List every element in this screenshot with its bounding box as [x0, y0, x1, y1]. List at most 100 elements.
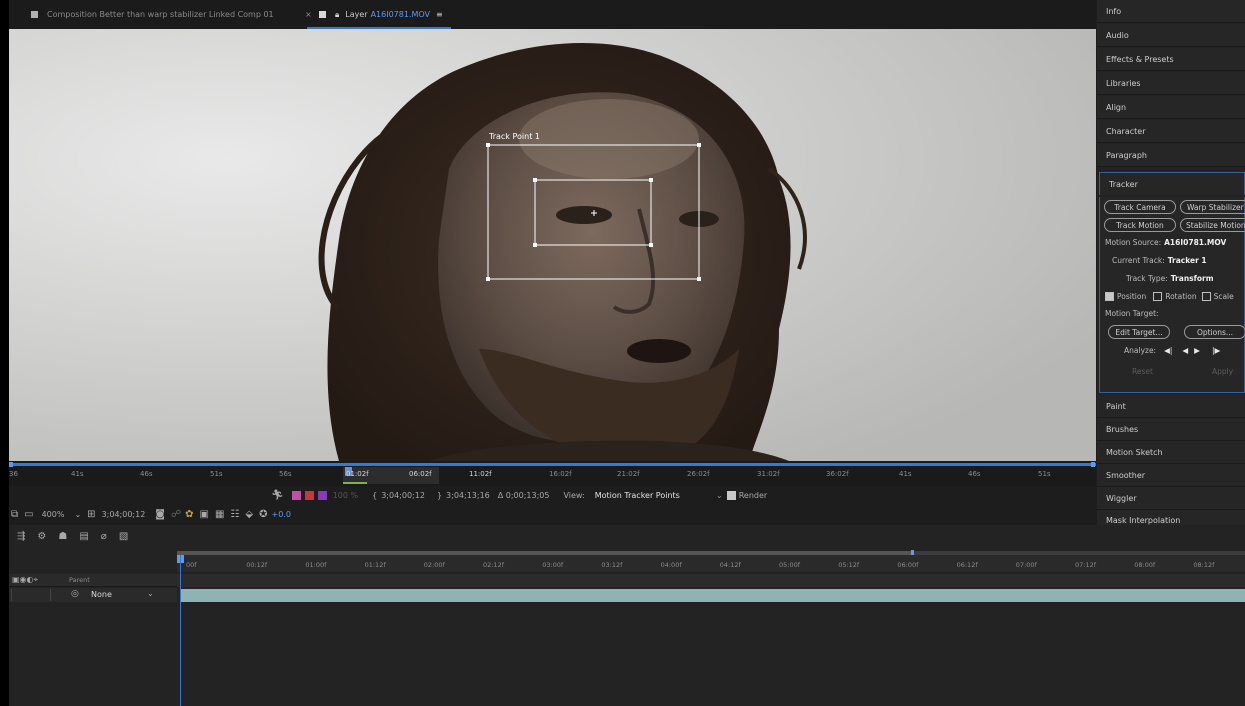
color-channel-icon[interactable]: ✿ — [185, 509, 193, 520]
motion-source-row[interactable]: Motion Source: A16I0781.MOV — [1105, 238, 1226, 247]
timeline-track-area[interactable]: 00f 00:12f 01:00f 01:12f 02:00f 02:12f 03:00f 0… — [177, 525, 1245, 706]
puppet-icon[interactable]: 🏃︎ — [271, 490, 284, 501]
show-snapshot-icon[interactable]: ☍ — [171, 509, 181, 520]
render-checkbox[interactable] — [726, 490, 736, 500]
track-camera-button[interactable]: Track Camera — [1104, 200, 1176, 214]
motion-blur-icon[interactable]: ⌀ — [101, 531, 107, 542]
region-of-interest-icon[interactable]: ▣ — [200, 509, 209, 520]
work-area-bar[interactable] — [9, 463, 1096, 466]
set-in-point-icon[interactable]: { — [372, 491, 377, 500]
edit-target-button[interactable]: Edit Target... — [1108, 325, 1170, 339]
panel-item-info[interactable]: Info — [1097, 0, 1245, 23]
exposure-reset-icon[interactable]: ✪ — [259, 509, 267, 520]
color-swatch-pink[interactable] — [291, 490, 301, 500]
apply-button[interactable]: Apply — [1212, 367, 1233, 376]
timeline-tick-label: 00:12f — [246, 561, 268, 569]
track-type-value[interactable]: Transform — [1171, 274, 1214, 283]
zoom-value[interactable]: 400% — [42, 510, 65, 519]
right-panel-stack: Info Audio Effects & Presets Libraries Align… — [1097, 0, 1245, 525]
panel-item-smoother[interactable]: Smoother — [1097, 464, 1245, 487]
set-out-point-icon[interactable]: } — [437, 491, 442, 500]
composition-tab[interactable]: Composition Better than warp stabilizer … — [31, 0, 274, 29]
analyze-forward-icon[interactable]: ▶ — [1194, 346, 1200, 355]
parent-column-header: Parent — [69, 576, 90, 584]
view-layout-icon[interactable]: ☷ — [230, 509, 239, 520]
panel-item-effects-presets[interactable]: Effects & Presets — [1097, 48, 1245, 71]
composition-mini-flowchart-icon[interactable]: ⇶ — [17, 531, 25, 542]
exposure-value[interactable]: +0.0 — [271, 510, 290, 519]
timeline-panel: ⇶ ⚙︎ ☗ ▤ ⌀ ▧ ▣◉◐⌖ Parent ◎ None ⌄ 00f 00… — [9, 525, 1245, 706]
draft-3d-icon[interactable]: ⚙︎ — [37, 531, 46, 542]
pick-whip-icon[interactable]: ◎ — [71, 589, 79, 599]
av-features-icon[interactable]: ▣◉◐⌖ — [12, 575, 38, 585]
panel-item-align[interactable]: Align — [1097, 96, 1245, 119]
transparency-grid-icon[interactable]: ▦ — [215, 509, 224, 520]
rotation-checkbox[interactable] — [1153, 292, 1163, 301]
panel-item-audio[interactable]: Audio — [1097, 24, 1245, 47]
track-type-row[interactable]: Track Type: Transform — [1126, 274, 1214, 283]
motion-source-value[interactable]: A16I0781.MOV — [1164, 238, 1226, 247]
panel-item-brushes[interactable]: Brushes — [1097, 418, 1245, 441]
panel-item-label: Align — [1106, 102, 1127, 112]
tracker-panel-header[interactable]: Tracker — [1099, 172, 1245, 195]
3d-view-icon[interactable]: ⬙ — [245, 509, 253, 520]
track-motion-button[interactable]: Track Motion — [1104, 218, 1176, 232]
track-options-row: Position Rotation Scale — [1105, 292, 1234, 301]
snapshot-icon[interactable]: ◙ — [155, 509, 165, 520]
panel-item-libraries[interactable]: Libraries — [1097, 72, 1245, 95]
layer-viewer[interactable]: Track Point 1 — [9, 29, 1096, 461]
current-track-row[interactable]: Current Track: Tracker 1 — [1112, 256, 1207, 265]
current-time-value[interactable]: 3;04;00;12 — [102, 510, 146, 519]
opacity-value[interactable]: 100 % — [333, 491, 358, 500]
monitor-icon[interactable]: ▭ — [24, 509, 33, 520]
color-swatch-purple[interactable] — [317, 490, 327, 500]
parent-dropdown-icon[interactable]: ⌄ — [147, 589, 154, 598]
stabilize-motion-button[interactable]: Stabilize Motion — [1180, 218, 1245, 232]
parent-value[interactable]: None — [91, 590, 112, 599]
analyze-backward-icon[interactable]: ◀ — [1182, 346, 1188, 355]
panel-item-mask-interpolation[interactable]: Mask Interpolation — [1097, 510, 1245, 525]
layer-switch-boxes[interactable] — [11, 589, 51, 601]
analyze-back-one-frame-icon[interactable]: ◀| — [1164, 346, 1172, 355]
reset-button[interactable]: Reset — [1132, 367, 1153, 376]
work-area[interactable] — [177, 574, 1245, 587]
out-point-value[interactable]: 3;04;13;16 — [446, 491, 490, 500]
current-track-value[interactable]: Tracker 1 — [1168, 256, 1207, 265]
graph-editor-icon[interactable]: ▧ — [119, 531, 128, 542]
panel-item-paint[interactable]: Paint — [1097, 395, 1245, 418]
close-tab-button[interactable]: × — [305, 0, 312, 29]
scale-checkbox[interactable] — [1201, 292, 1211, 301]
in-point-value[interactable]: 3;04;00;12 — [381, 491, 425, 500]
layer-tab[interactable]: 🔒︎ Layer A16I0781.MOV ≡ — [319, 0, 443, 29]
panel-menu-icon[interactable]: ≡ — [436, 10, 443, 19]
close-icon[interactable]: × — [305, 10, 312, 19]
timeline-switches-toolbar: ⇶ ⚙︎ ☗ ▤ ⌀ ▧ — [17, 527, 128, 545]
out-point-handle[interactable] — [1091, 462, 1095, 467]
motion-target-label: Motion Target: — [1105, 309, 1159, 318]
motion-target-row: Motion Target: — [1105, 309, 1159, 318]
position-checkbox[interactable] — [1105, 292, 1114, 301]
after-effects-window: Composition Better than warp stabilizer … — [9, 0, 1245, 706]
view-dropdown[interactable]: Motion Tracker Points ⌄ — [595, 491, 723, 500]
warp-stabilizer-label: Warp Stabilizer — [1187, 202, 1244, 212]
panel-item-paragraph[interactable]: Paragraph — [1097, 144, 1245, 167]
resolution-icon[interactable]: ⊞ — [87, 509, 95, 520]
tracker-panel: Track Camera Warp Stabilizer Track Motio… — [1099, 197, 1245, 393]
always-preview-icon[interactable]: ⧉ — [11, 509, 18, 520]
layer-time-ruler[interactable]: 36 41s 46s 51s 56s 01:02f 06:02f 11:02f 16:02f 21… — [9, 461, 1096, 486]
warp-stabilizer-button[interactable]: Warp Stabilizer — [1180, 200, 1245, 214]
zoom-dropdown-icon[interactable]: ⌄ — [74, 510, 81, 519]
view-dropdown-value: Motion Tracker Points — [594, 490, 680, 500]
analyze-forward-one-frame-icon[interactable]: |▶ — [1212, 346, 1220, 355]
panel-item-motion-sketch[interactable]: Motion Sketch — [1097, 441, 1245, 464]
in-point-handle[interactable] — [9, 462, 13, 467]
panel-item-wiggler[interactable]: Wiggler — [1097, 487, 1245, 510]
options-button[interactable]: Options... — [1184, 325, 1245, 339]
shy-layers-icon[interactable]: ☗ — [58, 531, 67, 542]
ruler-label: 56s — [279, 470, 292, 478]
color-swatch-red[interactable] — [304, 490, 314, 500]
layer-row[interactable]: ◎ None ⌄ — [9, 588, 177, 602]
frame-blending-icon[interactable]: ▤ — [79, 531, 88, 542]
panel-item-character[interactable]: Character — [1097, 120, 1245, 143]
layer-duration-bar[interactable] — [181, 589, 1245, 602]
